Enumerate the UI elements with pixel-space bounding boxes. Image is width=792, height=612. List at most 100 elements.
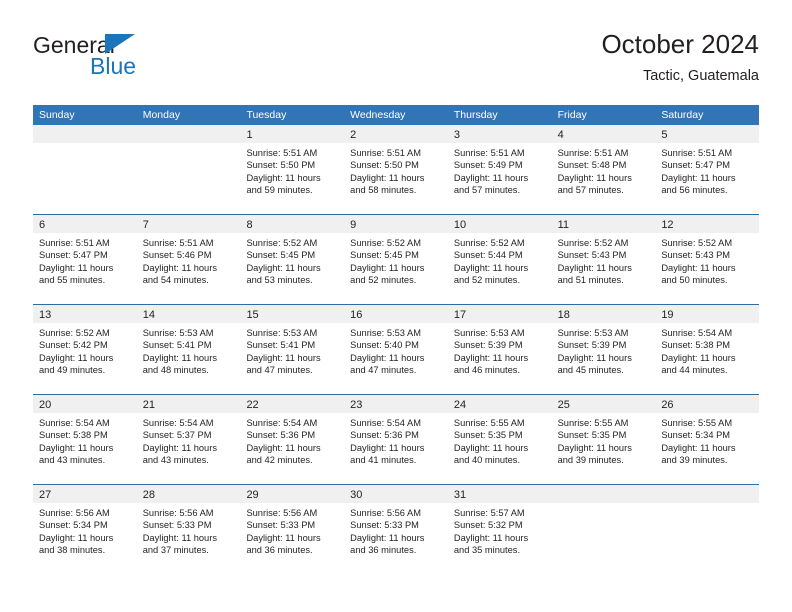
day-cell-empty [136, 125, 241, 214]
day-cell[interactable]: 10 Sunrise: 5:52 AM Sunset: 5:44 PM Dayligh… [447, 215, 552, 304]
day-cell[interactable]: 16 Sunrise: 5:53 AM Sunset: 5:40 PM Dayligh… [344, 305, 448, 394]
day-cell[interactable]: 18 Sunrise: 5:53 AM Sunset: 5:39 PM Dayligh… [551, 305, 656, 394]
daylight-text-line2: and 39 minutes. [557, 454, 624, 465]
day-cell[interactable]: 12 Sunrise: 5:52 AM Sunset: 5:43 PM Dayligh… [655, 215, 760, 304]
day-cell[interactable]: 22 Sunrise: 5:54 AM Sunset: 5:36 PM Dayligh… [240, 395, 345, 484]
sunrise-text: Sunrise: 5:54 AM [350, 418, 421, 428]
day-cell[interactable]: 3 Sunrise: 5:51 AM Sunset: 5:49 PM Daylight… [447, 125, 552, 214]
sunset-text: Sunset: 5:46 PM [142, 250, 212, 261]
daylight-text-line1: Daylight: 11 hours [142, 262, 217, 273]
daylight-text-line2: and 45 minutes. [557, 364, 624, 375]
day-cell[interactable]: 15 Sunrise: 5:53 AM Sunset: 5:41 PM Dayligh… [240, 305, 345, 394]
day-cell[interactable]: 29 Sunrise: 5:56 AM Sunset: 5:33 PM Dayligh… [240, 485, 345, 574]
day-details: Sunrise: 5:51 AM Sunset: 5:46 PM Daylight:… [137, 233, 241, 286]
day-number-band [136, 125, 241, 143]
daylight-text-line1: Daylight: 11 hours [557, 352, 632, 363]
title-block: October 2024 Tactic, Guatemala [601, 28, 759, 86]
day-cell[interactable]: 5 Sunrise: 5:51 AM Sunset: 5:47 PM Daylight… [655, 125, 760, 214]
day-cell[interactable]: 25 Sunrise: 5:55 AM Sunset: 5:35 PM Dayligh… [551, 395, 656, 484]
day-number: 20 [39, 399, 52, 411]
daylight-text-line2: and 36 minutes. [246, 544, 313, 555]
day-details: Sunrise: 5:51 AM Sunset: 5:47 PM Daylight:… [655, 143, 759, 196]
day-number: 22 [246, 399, 259, 411]
daylight-text-line1: Daylight: 11 hours [350, 262, 425, 273]
day-number-band [655, 485, 760, 503]
day-cell[interactable]: 19 Sunrise: 5:54 AM Sunset: 5:38 PM Dayligh… [655, 305, 760, 394]
sunset-text: Sunset: 5:48 PM [557, 160, 627, 171]
day-cell[interactable]: 4 Sunrise: 5:51 AM Sunset: 5:48 PM Daylight… [551, 125, 656, 214]
daylight-text-line1: Daylight: 11 hours [661, 262, 736, 273]
day-cell[interactable]: 28 Sunrise: 5:56 AM Sunset: 5:33 PM Dayligh… [136, 485, 241, 574]
day-number: 15 [246, 309, 259, 321]
day-cell[interactable]: 23 Sunrise: 5:54 AM Sunset: 5:36 PM Dayligh… [344, 395, 448, 484]
day-number: 7 [142, 219, 149, 231]
sunrise-text: Sunrise: 5:53 AM [350, 328, 421, 338]
day-number-band: 24 [447, 395, 552, 413]
sunset-text: Sunset: 5:41 PM [142, 340, 212, 351]
day-cell[interactable]: 27 Sunrise: 5:56 AM Sunset: 5:34 PM Dayligh… [33, 485, 137, 574]
sunset-text: Sunset: 5:38 PM [661, 340, 731, 351]
daylight-text-line2: and 35 minutes. [453, 544, 521, 555]
day-number: 3 [453, 129, 460, 141]
sunset-text: Sunset: 5:49 PM [453, 160, 523, 171]
sunset-text: Sunset: 5:35 PM [557, 430, 627, 441]
day-cell[interactable]: 20 Sunrise: 5:54 AM Sunset: 5:38 PM Dayligh… [33, 395, 137, 484]
daylight-text-line2: and 51 minutes. [557, 274, 624, 285]
day-cell[interactable]: 1 Sunrise: 5:51 AM Sunset: 5:50 PM Daylight… [240, 125, 345, 214]
day-number-band: 9 [344, 215, 448, 233]
daylight-text-line1: Daylight: 11 hours [142, 532, 217, 543]
day-cell[interactable]: 8 Sunrise: 5:52 AM Sunset: 5:45 PM Daylight… [240, 215, 345, 304]
daylight-text-line1: Daylight: 11 hours [350, 172, 425, 183]
day-cell[interactable]: 21 Sunrise: 5:54 AM Sunset: 5:37 PM Dayligh… [136, 395, 241, 484]
day-number: 28 [142, 489, 155, 501]
day-cell[interactable]: 14 Sunrise: 5:53 AM Sunset: 5:41 PM Dayligh… [136, 305, 241, 394]
day-number-band: 8 [240, 215, 345, 233]
day-cell[interactable]: 17 Sunrise: 5:53 AM Sunset: 5:39 PM Dayligh… [447, 305, 552, 394]
sunset-text: Sunset: 5:38 PM [39, 430, 108, 441]
daylight-text-line1: Daylight: 11 hours [246, 352, 321, 363]
day-number: 16 [350, 309, 363, 321]
day-number-band: 12 [655, 215, 760, 233]
daylight-text-line1: Daylight: 11 hours [39, 352, 114, 363]
day-cell[interactable]: 31 Sunrise: 5:57 AM Sunset: 5:32 PM Dayligh… [447, 485, 552, 574]
day-number: 10 [453, 219, 467, 231]
daylight-text-line1: Daylight: 11 hours [661, 352, 736, 363]
day-number: 11 [557, 219, 570, 231]
day-cell[interactable]: 24 Sunrise: 5:55 AM Sunset: 5:35 PM Dayligh… [447, 395, 552, 484]
day-cell[interactable]: 11 Sunrise: 5:52 AM Sunset: 5:43 PM Dayligh… [551, 215, 656, 304]
day-cell[interactable]: 2 Sunrise: 5:51 AM Sunset: 5:50 PM Daylight… [344, 125, 448, 214]
day-number-band: 13 [33, 305, 137, 323]
weekday-header-row: Sunday Monday Tuesday Wednesday Thursday Frid… [33, 105, 759, 125]
day-cell[interactable]: 26 Sunrise: 5:55 AM Sunset: 5:34 PM Dayligh… [655, 395, 760, 484]
day-number: 26 [661, 399, 674, 411]
day-details: Sunrise: 5:55 AM Sunset: 5:34 PM Daylight:… [655, 413, 759, 466]
day-number-band: 11 [551, 215, 656, 233]
day-number-band: 18 [551, 305, 656, 323]
day-cell[interactable]: 6 Sunrise: 5:51 AM Sunset: 5:47 PM Daylight… [33, 215, 137, 304]
day-details: Sunrise: 5:55 AM Sunset: 5:35 PM Daylight:… [448, 413, 552, 466]
logo-text-blue: Blue [90, 53, 137, 79]
day-cell-empty [655, 485, 760, 574]
sunrise-text: Sunrise: 5:56 AM [350, 508, 421, 518]
sunrise-text: Sunrise: 5:53 AM [142, 328, 214, 338]
daylight-text-line1: Daylight: 11 hours [557, 442, 632, 453]
day-details: Sunrise: 5:54 AM Sunset: 5:38 PM Daylight:… [655, 323, 759, 376]
day-details: Sunrise: 5:52 AM Sunset: 5:43 PM Daylight:… [552, 233, 656, 286]
calendar-week-row: 13 Sunrise: 5:52 AM Sunset: 5:42 PM Dayligh… [33, 305, 760, 395]
sunset-text: Sunset: 5:47 PM [39, 250, 108, 261]
day-number-band: 20 [33, 395, 137, 413]
day-number-band: 21 [136, 395, 241, 413]
day-number: 8 [246, 219, 253, 231]
sunrise-text: Sunrise: 5:51 AM [39, 238, 110, 248]
day-number-band: 23 [344, 395, 448, 413]
sunrise-text: Sunrise: 5:51 AM [350, 148, 421, 158]
day-cell[interactable]: 13 Sunrise: 5:52 AM Sunset: 5:42 PM Dayligh… [33, 305, 137, 394]
sunrise-text: Sunrise: 5:52 AM [557, 238, 629, 248]
day-cell[interactable]: 30 Sunrise: 5:56 AM Sunset: 5:33 PM Dayligh… [344, 485, 448, 574]
day-cell[interactable]: 7 Sunrise: 5:51 AM Sunset: 5:46 PM Daylight… [136, 215, 241, 304]
day-number: 2 [350, 129, 357, 141]
day-cell[interactable]: 9 Sunrise: 5:52 AM Sunset: 5:45 PM Daylight… [344, 215, 448, 304]
daylight-text-line2: and 47 minutes. [350, 364, 417, 375]
general-blue-logo: General Blue [33, 32, 213, 86]
day-number: 13 [39, 309, 52, 321]
